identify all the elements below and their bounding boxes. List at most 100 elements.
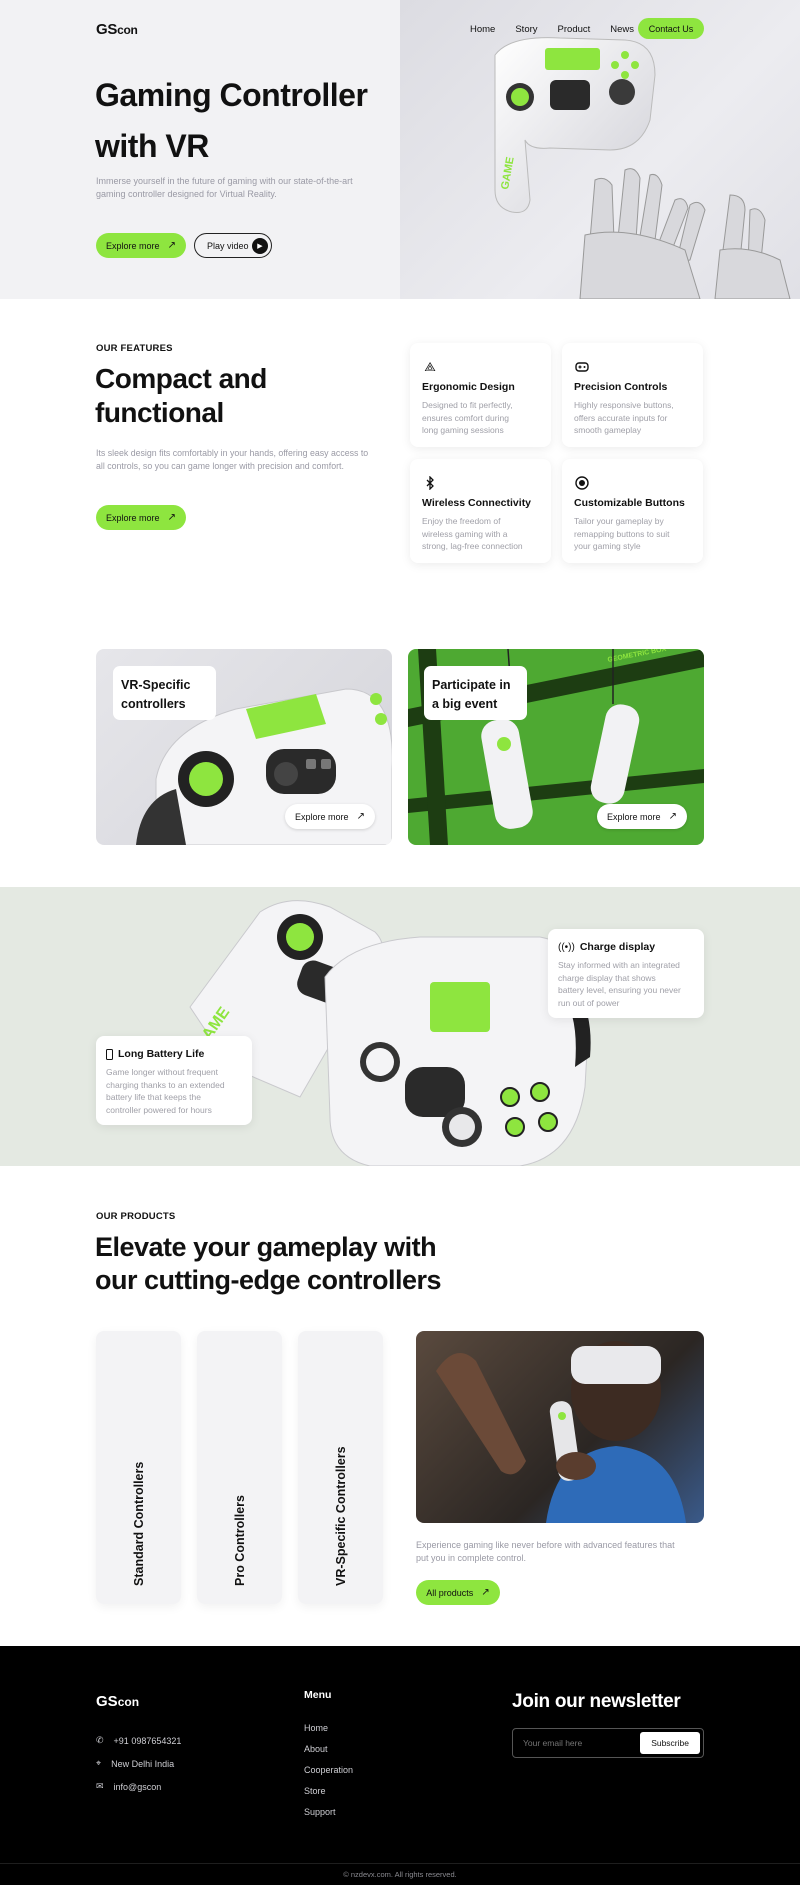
arrow-up-right-icon: ↗ [356,811,365,822]
play-icon: ▶ [252,237,268,254]
feature-card-desc-line: offers accurate inputs for [574,412,668,423]
feature-card-desc-line: Highly responsive buttons, [574,400,674,410]
feature-card-desc: Enjoy the freedom of wireless gaming with… [422,515,539,553]
shapes-icon: ⟁ [424,359,436,374]
products-title-line2: our cutting-edge controllers [95,1265,442,1295]
play-video-label: Play video [207,240,249,251]
features-explore-button[interactable]: Explore more ↗ [96,505,186,530]
footer-location: ⌖ New Delhi India [96,1758,174,1769]
hero-image: GAME [400,0,800,299]
product-tab-standard[interactable]: Standard Controllers [96,1331,181,1604]
promo-event-line1: Participate in [432,678,511,692]
feature-card-desc-line: smooth gameplay [574,425,642,435]
phone-icon: ✆ [96,1735,104,1745]
footer-menu-title: Menu [304,1689,332,1701]
subscribe-button[interactable]: Subscribe [640,1732,700,1754]
nav-product[interactable]: Product [558,24,591,35]
feature-card-title: Customizable Buttons [574,497,685,509]
features-desc-line1: Its sleek design fits comfortably in you… [96,448,369,458]
battery-life-header: Long Battery Life [106,1048,242,1060]
hero-explore-button[interactable]: Explore more ↗ [96,233,186,258]
feature-card-desc-line: ensures comfort during [422,412,509,423]
footer-phone[interactable]: ✆ +91 0987654321 [96,1735,181,1746]
feature-card-title: Ergonomic Design [422,381,515,393]
feature-card-desc: Tailor your gameplay by remapping buttons… [574,515,691,553]
play-video-button[interactable]: Play video ▶ [194,233,272,258]
charge-display-header: ((•)) Charge display [558,941,694,953]
products-desc-line2: put you in complete control. [416,1553,527,1563]
features-desc-line2: all controls, so you can game longer wit… [96,461,344,471]
charge-desc-line: Stay informed with an integrated [558,960,680,970]
feature-card-desc-line: strong, lag-free connection [422,541,523,551]
promo-event-explore-button[interactable]: Explore more ↗ [597,804,687,829]
footer-menu-cooperation[interactable]: Cooperation [304,1760,353,1781]
promo-event-label-box: Participate in a big event [424,666,527,720]
radio-button-icon [574,475,590,491]
product-photo [416,1331,704,1523]
footer-menu: Home About Cooperation Store Support [304,1718,353,1823]
hero-desc-line1: Immerse yourself in the future of gaming… [96,176,353,186]
logo-sub: con [117,23,138,37]
nav-story[interactable]: Story [515,24,537,35]
copyright: © nzdevx.com. All rights reserved. [343,1870,457,1879]
hero-description: Immerse yourself in the future of gaming… [96,175,353,201]
nav-news[interactable]: News [610,24,634,35]
features-explore-label: Explore more [106,512,160,523]
features-title: Compact and functional [95,362,267,430]
arrow-up-right-icon: ↗ [167,512,176,523]
arrow-up-right-icon: ↗ [481,1587,490,1598]
logo[interactable]: GScon [96,21,138,38]
footer-logo-sub: con [117,1695,140,1709]
features-title-line2: functional [95,397,224,428]
hero-title-line2: with VR [95,128,209,164]
promo-vr-line2: controllers [121,697,186,711]
footer-logo-main: GS [96,1693,118,1710]
charge-display-title: Charge display [579,941,656,953]
newsletter-form: Subscribe [512,1728,704,1758]
battery-desc-line: Game longer without frequent [106,1067,218,1077]
feature-card-desc-line: long gaming sessions [422,425,504,435]
all-products-button[interactable]: All products ↗ [416,1580,500,1605]
all-products-label: All products [426,1587,474,1598]
feature-card-desc: Designed to fit perfectly, ensures comfor… [422,399,539,437]
hero-title: Gaming Controller with VR [95,70,368,172]
footer-divider [0,1863,800,1864]
feature-card-desc-line: your gaming style [574,541,641,551]
products-eyebrow: OUR PRODUCTS [96,1211,176,1222]
promo-vr-label-box: VR-Specific controllers [113,666,216,720]
feature-card-title: Wireless Connectivity [422,497,532,509]
feature-card-desc-line: Designed to fit perfectly, [422,400,513,410]
footer-menu-store[interactable]: Store [304,1781,353,1802]
feature-card-desc-line: remapping buttons to suit [574,528,670,539]
footer-email[interactable]: ✉ info@gscon [96,1781,161,1792]
footer-menu-home[interactable]: Home [304,1718,353,1739]
battery-desc-line: battery life that keeps the [106,1092,201,1102]
footer-menu-support[interactable]: Support [304,1802,353,1823]
battery-icon [106,1048,113,1060]
promo-vr-explore-button[interactable]: Explore more ↗ [285,804,375,829]
product-tab-pro[interactable]: Pro Controllers [197,1331,282,1604]
feature-card-desc-line: wireless gaming with a [422,528,508,539]
bluetooth-icon [422,475,438,491]
product-tab-label: Standard Controllers [131,1461,146,1586]
charge-desc-line: battery level, ensuring you never [558,985,681,995]
feature-card-desc-line: Enjoy the freedom of [422,516,501,526]
features-eyebrow: OUR FEATURES [96,343,173,354]
features-description: Its sleek design fits comfortably in you… [96,447,368,473]
feature-card-desc: Highly responsive buttons, offers accurat… [574,399,691,437]
feature-card-precision: Precision Controls Highly responsive but… [562,343,703,447]
footer-menu-about[interactable]: About [304,1739,353,1760]
hero-desc-line2: gaming controller designed for Virtual R… [96,189,277,199]
products-title: Elevate your gameplay with our cutting-e… [95,1231,442,1297]
newsletter-email-input[interactable] [523,1738,633,1748]
features-title-line1: Compact and [95,363,267,394]
gamepad-icon [574,359,590,375]
newsletter-title: Join our newsletter [512,1691,681,1712]
contact-button[interactable]: Contact Us [638,18,704,39]
footer-phone-text: +91 0987654321 [113,1735,182,1746]
nav-home[interactable]: Home [470,24,495,35]
product-tab-vr[interactable]: VR-Specific Controllers [298,1331,383,1604]
footer-location-text: New Delhi India [111,1758,175,1769]
footer-logo[interactable]: GScon [96,1693,139,1710]
promo-event-line2: a big event [432,697,498,711]
